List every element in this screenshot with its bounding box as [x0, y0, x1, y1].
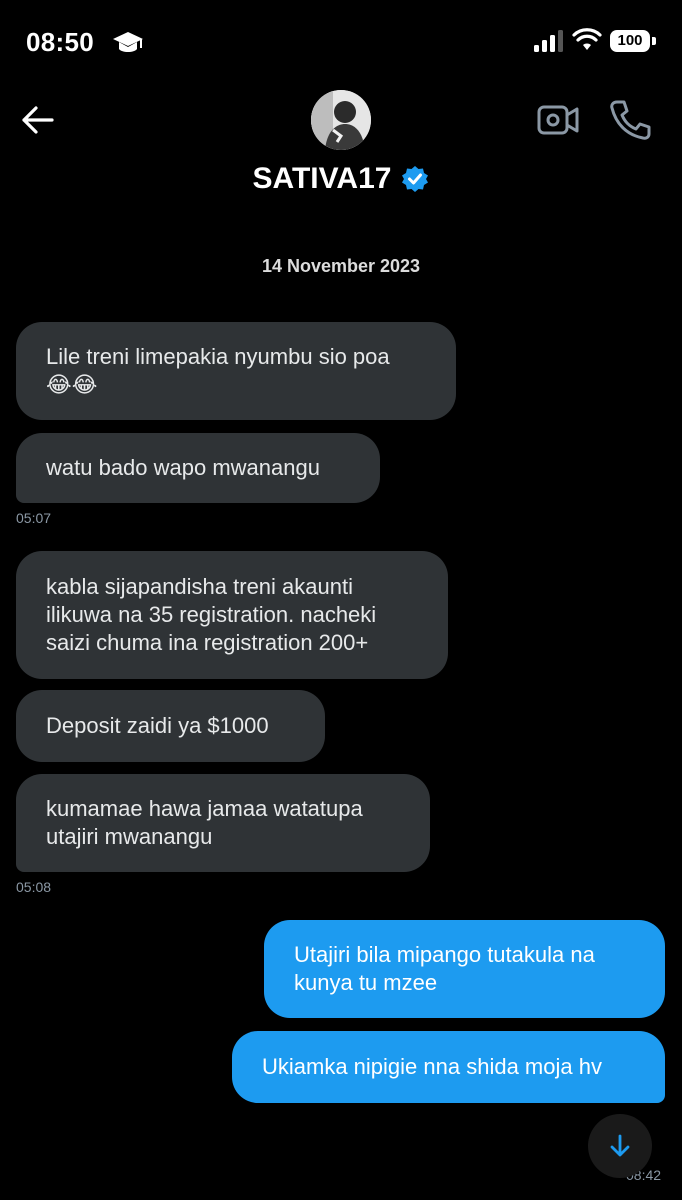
- message-bubble-incoming[interactable]: watu bado wapo mwanangu: [16, 433, 380, 503]
- message-bubble-incoming[interactable]: Lile treni limepakia nyumbu sio poa 😂😂: [16, 322, 456, 420]
- battery-tip: [652, 37, 656, 45]
- verified-badge-icon: [402, 166, 429, 192]
- back-arrow-icon[interactable]: [18, 100, 58, 140]
- message-bubble-incoming[interactable]: kumamae hawa jamaa watatupa utajiri mwan…: [16, 774, 430, 872]
- message-text: kabla sijapandisha treni akaunti ilikuwa…: [46, 574, 377, 655]
- message-bubble-incoming[interactable]: Deposit zaidi ya $1000: [16, 690, 325, 762]
- contact-avatar[interactable]: [311, 90, 371, 150]
- message-text: kumamae hawa jamaa watatupa utajiri mwan…: [46, 796, 363, 849]
- scroll-to-bottom-button[interactable]: [588, 1114, 652, 1178]
- arrow-down-icon: [610, 1134, 630, 1157]
- phone-call-icon[interactable]: [608, 98, 652, 142]
- conversation-date: 14 November 2023: [261, 256, 421, 276]
- video-call-icon[interactable]: [536, 100, 580, 140]
- contact-name-row[interactable]: SATIVA17: [0, 162, 682, 196]
- message-text: Utajiri bila mipango tutakula na kunya t…: [294, 942, 595, 995]
- contact-name: SATIVA17: [252, 162, 392, 195]
- graduation-cap-icon: [113, 32, 143, 52]
- status-time: 08:50: [26, 27, 94, 57]
- message-text: Deposit zaidi ya $1000: [46, 713, 269, 738]
- avatar-image: [311, 90, 371, 150]
- laughing-emoji: 😂😂: [46, 372, 98, 397]
- message-text: Lile treni limepakia nyumbu sio poa: [46, 344, 390, 369]
- message-timestamp: 05:07: [16, 510, 52, 526]
- signal-icon: [534, 30, 563, 52]
- message-bubble-outgoing[interactable]: Utajiri bila mipango tutakula na kunya t…: [264, 920, 665, 1018]
- wifi-icon: [572, 28, 602, 50]
- message-text: watu bado wapo mwanangu: [46, 455, 320, 480]
- message-bubble-incoming[interactable]: kabla sijapandisha treni akaunti ilikuwa…: [16, 551, 448, 679]
- status-bar: 08:50 100: [0, 0, 682, 86]
- battery-indicator: 100: [610, 30, 650, 52]
- message-text: Ukiamka nipigie nna shida moja hv: [262, 1054, 602, 1079]
- message-bubble-outgoing[interactable]: Ukiamka nipigie nna shida moja hv: [232, 1031, 665, 1103]
- message-timestamp: 05:08: [16, 879, 52, 895]
